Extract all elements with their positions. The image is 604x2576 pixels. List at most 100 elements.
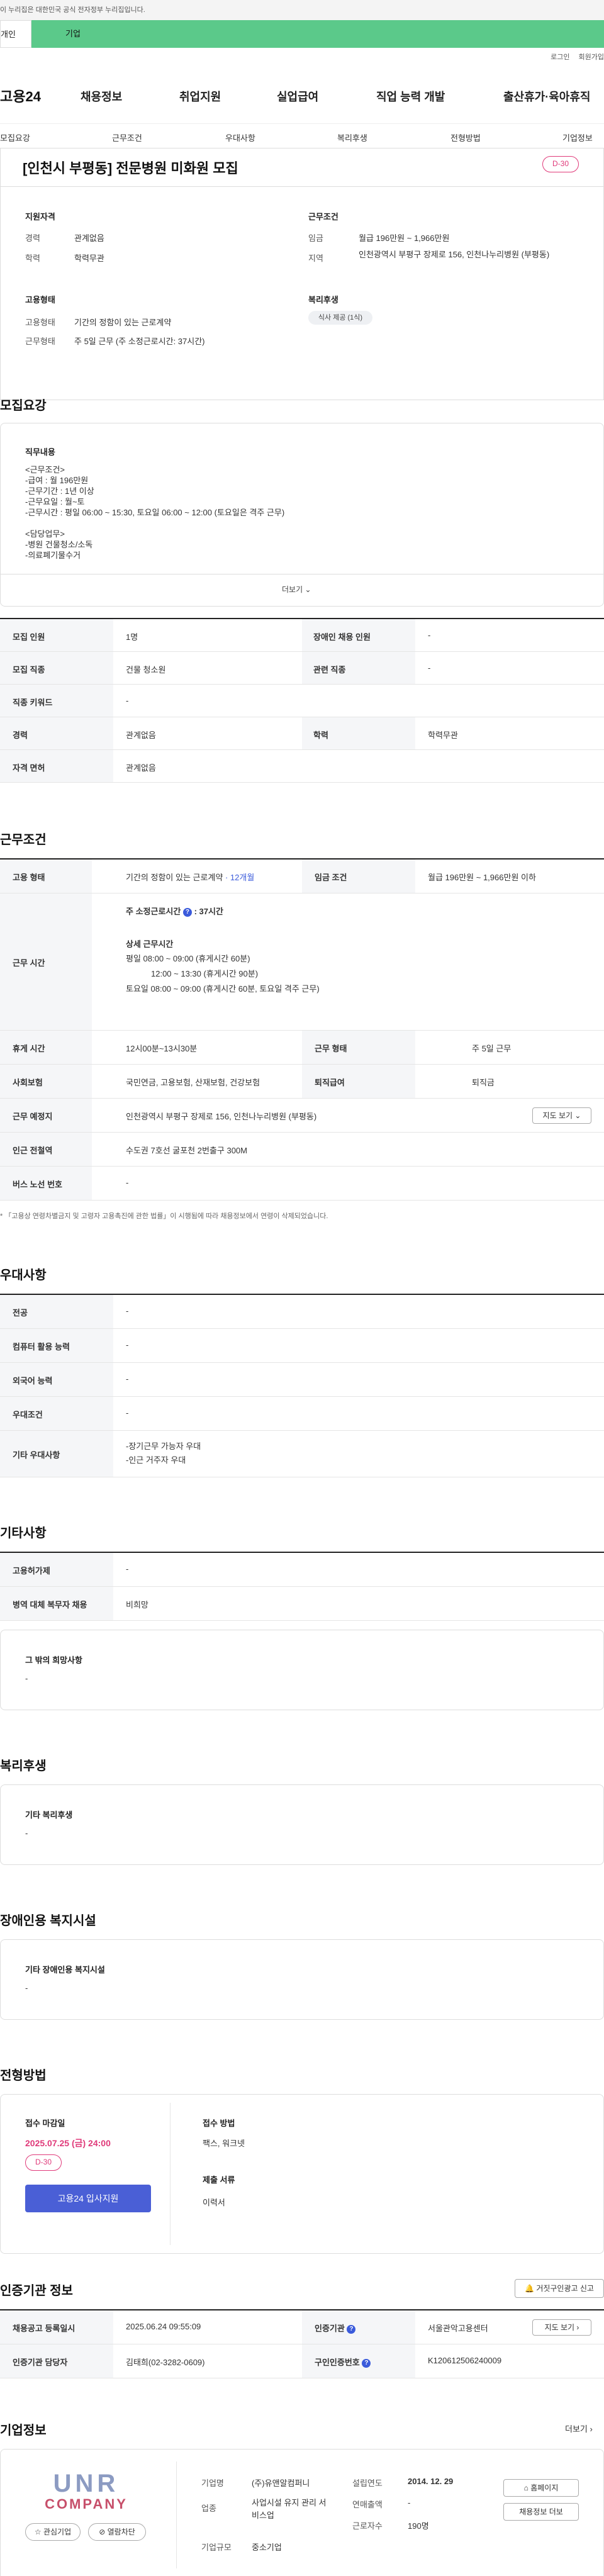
cert-section-title: 인증기관 정보 xyxy=(0,2284,73,2298)
table-row: 모집 직종 건물 청소원 관련 직종 - xyxy=(0,652,604,685)
table-row: 기타 우대사항 -장기근무 가능자 우대 -인근 거주자 우대 xyxy=(0,1431,604,1477)
emptype-value: 기간의 정함이 있는 근로계약 xyxy=(74,318,172,327)
welfare-box-value: - xyxy=(25,1828,28,1838)
site-logo[interactable]: 고용24 xyxy=(0,86,41,106)
deadline-title: 접수 마감일 xyxy=(25,2119,65,2128)
est-value: 2014. 12. 29 xyxy=(408,2477,454,2486)
region-label: 지역 xyxy=(308,254,323,263)
table-row: 컴퓨터 활용 능력 - xyxy=(0,1329,604,1363)
nav-unemployment-benefit[interactable]: 실업급여 xyxy=(277,88,318,104)
pref-section-title: 우대사항 xyxy=(0,1268,47,1282)
table-row: 모집 인원 1명 장애인 채용 인원 - xyxy=(0,619,604,652)
tab-personal[interactable]: 개인 xyxy=(0,20,31,48)
bell-icon: 🔔 xyxy=(525,2284,534,2293)
duty-title: 직무내용 xyxy=(25,447,55,457)
table-row: 전공 - xyxy=(0,1295,604,1329)
map-button[interactable]: 지도 보기 ⌄ xyxy=(532,1107,591,1124)
table-row: 채용공고 등록일시 2025.06.24 09:55:09 인증기관 ? 서울관악… xyxy=(0,2310,604,2344)
wage-label: 임금 xyxy=(308,233,323,243)
docs-value: 이력서 xyxy=(203,2198,225,2207)
other-etc-box xyxy=(0,1630,604,1710)
login-link[interactable]: 로그인 xyxy=(551,53,569,61)
table-row: 고용 형태 기간의 정함이 있는 근로계약 · 12개월 임금 조건 월급 196… xyxy=(0,860,604,893)
company-more-link[interactable]: 더보기 › xyxy=(565,2422,593,2434)
table-row: 인근 전철역 수도권 7호선 굴포천 2번출구 300M xyxy=(0,1133,604,1167)
user-type-tabs: 개인 기업 xyxy=(0,20,604,48)
table-row: 휴게 시간 12시00분~13시30분 근무 형태 주 5일 근무 xyxy=(0,1031,604,1065)
company-name-label: 기업명 xyxy=(201,2478,224,2488)
company-size-label: 기업규모 xyxy=(201,2543,232,2552)
job-title: [인천시 부평동] 전문병원 미화원 모집 xyxy=(23,160,238,176)
workcond-section-title: 근무조건 xyxy=(0,833,47,847)
region-value: 인천광역시 부평구 장제로 156, 인천나누리병원 (부평동) xyxy=(359,250,550,259)
snb-selection[interactable]: 전형방법 xyxy=(450,132,481,143)
industry-value: 사업시설 유지 관리 서비스업 xyxy=(252,2498,327,2520)
table-row: 고용허가제 - xyxy=(0,1553,604,1587)
edu-label: 학력 xyxy=(25,254,40,263)
company-jobs-button[interactable]: 채용정보 더보 xyxy=(503,2503,579,2521)
homepage-button[interactable]: ⌂ 홈페이지 xyxy=(503,2479,579,2497)
table-row: 자격 면허 관계없음 xyxy=(0,750,604,783)
info-icon[interactable]: ? xyxy=(182,907,192,917)
docs-title: 제출 서류 xyxy=(203,2175,235,2185)
age-note: * 「고용상 연령차별금지 및 고령자 고용촉진에 관한 법률」이 시행됨에 따… xyxy=(0,1212,328,1220)
nav-employment-support[interactable]: 취업지원 xyxy=(179,88,221,104)
table-row: 외국어 능력 - xyxy=(0,1363,604,1397)
industry-label: 업종 xyxy=(201,2504,216,2513)
disabled-section-title: 장애인용 복지시설 xyxy=(0,1914,96,1928)
company-logo: UNR COMPANY xyxy=(45,2470,128,2512)
favorite-company-button[interactable]: ☆ 관심기업 xyxy=(25,2523,81,2541)
block-view-button[interactable]: ⊘ 열람차단 xyxy=(88,2523,146,2541)
selection-box xyxy=(0,2094,604,2254)
snb-pref[interactable]: 우대사항 xyxy=(225,132,255,143)
other-section-title: 기타사항 xyxy=(0,1526,47,1540)
main-nav: 고용24 채용정보 취업지원 실업급여 직업 능력 개발 출산휴가·육아휴직 xyxy=(0,83,604,113)
table-row: 근무 시간 주 소정근로시간 ? : 37시간 상세 근무시간 평일 08:00… xyxy=(0,893,604,1031)
duty-text: <근무조건> -급여 : 월 196만원 -근무기간 : 1년 이상 -근무요일 : … xyxy=(25,465,285,560)
method-value: 팩스, 워크넷 xyxy=(203,2139,245,2148)
company-section-title: 기업정보 xyxy=(0,2424,47,2438)
table-row: 직종 키워드 - xyxy=(0,685,604,717)
recruit-section-title: 모집요강 xyxy=(0,399,47,413)
chevron-down-icon: ⌄ xyxy=(574,1111,581,1120)
dday-badge: D-30 xyxy=(542,156,579,172)
more-button[interactable]: 더보기 ⌄ xyxy=(282,584,311,595)
block-icon: ⊘ xyxy=(99,2528,106,2536)
table-row: 경력 관계없음 학력 학력무관 xyxy=(0,717,604,750)
nav-parental-leave[interactable]: 출산휴가·육아휴직 xyxy=(503,88,590,104)
emptype-label: 고용형태 xyxy=(25,318,55,327)
nav-jobs[interactable]: 채용정보 xyxy=(81,88,122,104)
tab-company[interactable]: 기업 xyxy=(31,20,604,48)
snb-recruit[interactable]: 모집요강 xyxy=(0,132,30,143)
map-button[interactable]: 지도 보기 › xyxy=(532,2319,591,2336)
qual-title: 지원자격 xyxy=(25,212,55,221)
chevron-right-icon: › xyxy=(576,2323,579,2332)
cond-title: 근무조건 xyxy=(308,212,338,221)
nav-vocational-training[interactable]: 직업 능력 개발 xyxy=(376,88,445,104)
section-nav: 모집요강 근무조건 우대사항 복리후생 전형방법 기업정보 xyxy=(0,123,604,148)
snb-company[interactable]: 기업정보 xyxy=(562,132,593,143)
sales-value: - xyxy=(408,2498,411,2507)
table-row: 근무 예정지 인천광역시 부평구 장제로 156, 인천나누리병원 (부평동) 지… xyxy=(0,1099,604,1133)
est-label: 설립연도 xyxy=(352,2478,383,2488)
other-etc-title: 그 밖의 희망사항 xyxy=(25,1655,82,1665)
selection-section-title: 전형방법 xyxy=(0,2069,47,2083)
table-row: 우대조건 - xyxy=(0,1397,604,1431)
snb-welfare[interactable]: 복리후생 xyxy=(337,132,367,143)
info-icon[interactable]: ? xyxy=(362,2358,371,2368)
snb-workcond[interactable]: 근무조건 xyxy=(112,132,142,143)
disabled-box xyxy=(0,1939,604,2020)
info-icon[interactable]: ? xyxy=(347,2324,356,2334)
home-icon: ⌂ xyxy=(523,2484,528,2492)
apply-button[interactable]: 고용24 입사지원 xyxy=(25,2185,151,2212)
company-size-value: 중소기업 xyxy=(252,2543,282,2552)
table-row: 인증기관 담당자 김태희(02-3282-0609) 구인인증번호 ? K1206… xyxy=(0,2344,604,2378)
signup-link[interactable]: 회원가입 xyxy=(579,53,604,61)
worktype-value: 주 5일 근무 (주 소정근로시간: 37시간) xyxy=(74,337,205,346)
staff-label: 근로자수 xyxy=(352,2521,383,2531)
career-label: 경력 xyxy=(25,233,40,243)
false-ad-report-button[interactable]: 🔔 거짓구인광고 신고 xyxy=(515,2279,604,2298)
dday-badge: D-30 xyxy=(25,2154,62,2171)
welfare-box-title: 기타 복리후생 xyxy=(25,1810,73,1820)
welfare-section-title: 복리후생 xyxy=(0,1759,47,1773)
